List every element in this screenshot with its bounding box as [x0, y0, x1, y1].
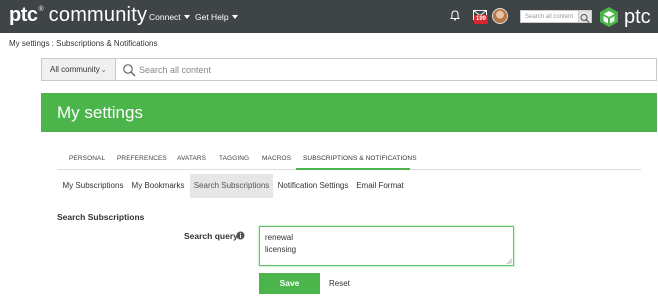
ptc-logo[interactable]: ptc [598, 5, 654, 29]
tab-my-subscriptions[interactable]: My Subscriptions [59, 174, 127, 198]
search-scope-label: All community [50, 65, 100, 74]
tab-notification-settings[interactable]: Notification Settings [277, 174, 349, 198]
ptc-cube-icon [600, 7, 618, 27]
tab-email-format[interactable]: Email Format [355, 174, 405, 198]
search-scope-dropdown[interactable]: All community ⌄ [42, 59, 116, 80]
nav-get-help-label: Get Help [195, 12, 229, 22]
brand-registered-mark: ® [38, 6, 44, 13]
tab-macros[interactable]: MACROS [262, 155, 291, 162]
primary-tabs: PERSONAL PREFERENCES AVATARS TAGGING MAC… [57, 146, 641, 170]
section-title: Search Subscriptions [57, 212, 145, 222]
search-query-label: Search query [184, 231, 238, 241]
reset-button[interactable]: Reset [329, 279, 350, 288]
tab-personal[interactable]: PERSONAL [69, 155, 105, 162]
tab-tagging[interactable]: TAGGING [219, 155, 249, 162]
tab-search-subscriptions[interactable]: Search Subscriptions [190, 174, 273, 198]
tab-my-bookmarks[interactable]: My Bookmarks [130, 174, 186, 198]
secondary-tabs: My Subscriptions My Bookmarks Search Sub… [57, 174, 641, 198]
query-line: renewal [265, 233, 294, 242]
brand-ptc: ptc [9, 4, 38, 26]
query-line: licensing [265, 245, 297, 254]
tab-preferences[interactable]: PREFERENCES [117, 155, 167, 162]
user-avatar[interactable] [492, 8, 508, 24]
tab-avatars[interactable]: AVATARS [177, 155, 206, 162]
page-header-banner: My settings [41, 93, 657, 132]
caret-down-icon [183, 15, 190, 19]
search-icon [123, 64, 136, 77]
bell-icon[interactable] [450, 10, 460, 21]
nav-get-help-menu[interactable]: Get Help [195, 12, 238, 22]
tab-subscriptions-notifications[interactable]: SUBSCRIPTIONS & NOTIFICATIONS [303, 155, 417, 162]
ptc-logo-text: ptc [624, 5, 651, 28]
search-query-textarea[interactable]: renewal licensing [259, 226, 514, 266]
mail-count-badge: 199 [474, 15, 489, 24]
caret-down-icon [231, 15, 238, 19]
breadcrumb: My settings : Subscriptions & Notificati… [9, 39, 158, 48]
brand-community: community [48, 4, 148, 26]
save-button[interactable]: Save [259, 273, 320, 294]
global-search-button[interactable] [578, 10, 592, 23]
community-search-bar: All community ⌄ Search all content [41, 58, 657, 81]
ptc-community-logo[interactable]: ptc ® community [9, 4, 147, 26]
community-search-input[interactable]: Search all content [139, 65, 211, 75]
active-tab-indicator [296, 168, 410, 170]
top-navigation-bar: ptc ® community Connect Get Help 199 Sea… [0, 0, 658, 33]
chevron-down-icon: ⌄ [100, 65, 107, 74]
nav-connect-label: Connect [149, 12, 181, 22]
nav-connect-menu[interactable]: Connect [149, 12, 190, 22]
resize-handle-icon[interactable] [506, 258, 512, 264]
search-icon [580, 14, 590, 23]
info-icon[interactable] [236, 231, 245, 240]
page-title: My settings [57, 103, 143, 122]
